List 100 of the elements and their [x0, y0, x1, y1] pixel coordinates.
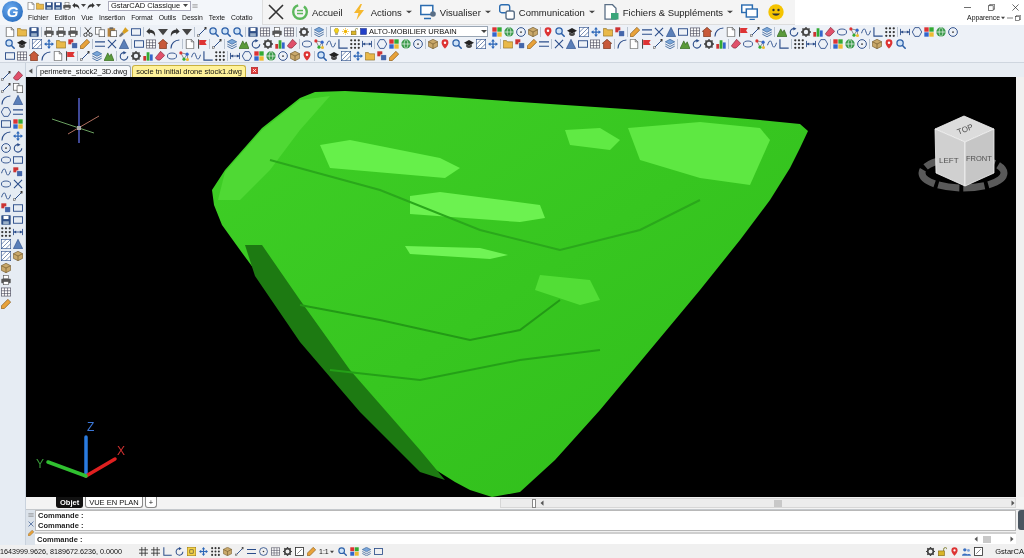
eraser-icon[interactable]: [155, 51, 165, 62]
ellipse-icon[interactable]: [1, 179, 11, 189]
circle-icon[interactable]: [857, 39, 867, 49]
caret-icon[interactable]: [96, 3, 101, 8]
monitors-icon[interactable]: [741, 4, 759, 20]
tiles-icon[interactable]: [389, 39, 399, 49]
dimension-line-icon[interactable]: [806, 39, 816, 49]
network-icon[interactable]: [179, 51, 189, 62]
flag-icon[interactable]: [641, 39, 651, 49]
arrow-right-icon[interactable]: [1011, 500, 1015, 506]
settings-icon[interactable]: [926, 547, 936, 556]
cross-icon[interactable]: [554, 39, 564, 49]
triangle-icon[interactable]: [13, 95, 23, 105]
rotate-icon[interactable]: [13, 143, 23, 153]
close-icon[interactable]: [1012, 4, 1019, 11]
blocks-icon[interactable]: [1, 203, 11, 213]
arrow-left-icon[interactable]: [540, 500, 544, 506]
dimension-line-icon[interactable]: [230, 51, 240, 62]
printer-icon[interactable]: [1, 275, 11, 285]
restore-icon[interactable]: [1015, 14, 1021, 21]
right-angle-icon[interactable]: [779, 39, 789, 49]
bar-chart-icon[interactable]: [813, 26, 823, 37]
page-icon[interactable]: [726, 26, 736, 37]
printer-icon[interactable]: [68, 26, 78, 37]
table-icon[interactable]: [260, 26, 270, 37]
table-icon[interactable]: [284, 26, 294, 37]
ellipse-icon[interactable]: [837, 26, 847, 37]
curved-arrow-icon[interactable]: [170, 26, 180, 37]
network-icon[interactable]: [755, 39, 765, 49]
cube-icon[interactable]: [223, 547, 232, 556]
dimension-line-icon[interactable]: [362, 39, 372, 49]
rectangle-icon[interactable]: [134, 39, 144, 49]
cross-icon[interactable]: [654, 26, 664, 37]
right-angle-icon[interactable]: [203, 51, 213, 62]
line-icon[interactable]: [750, 26, 760, 37]
triangle-icon[interactable]: [119, 39, 129, 49]
ellipse-icon[interactable]: [302, 39, 312, 49]
move-arrows-icon[interactable]: [44, 39, 54, 49]
tiles-icon[interactable]: [13, 119, 23, 129]
caret-icon[interactable]: [158, 26, 168, 37]
split-handle[interactable]: [532, 498, 536, 508]
pencil-icon[interactable]: [1, 299, 11, 309]
tiles-icon[interactable]: [924, 26, 934, 37]
document-icon[interactable]: [602, 4, 619, 20]
pencil-icon[interactable]: [389, 51, 399, 62]
arc-icon[interactable]: [41, 51, 51, 62]
blocks-icon[interactable]: [13, 167, 23, 177]
arrow-right-icon[interactable]: [1010, 536, 1014, 542]
cube-face-label[interactable]: TOP: [955, 122, 975, 137]
mountain-icon[interactable]: [239, 39, 249, 49]
hatched-square-icon[interactable]: [579, 26, 589, 37]
pin-icon[interactable]: [884, 39, 894, 49]
rotate-icon[interactable]: [119, 51, 129, 62]
cross-icon[interactable]: [13, 179, 23, 189]
hexagon-icon[interactable]: [377, 39, 387, 49]
search-icon[interactable]: [317, 51, 327, 62]
right-angle-icon[interactable]: [338, 39, 348, 49]
table-icon[interactable]: [17, 51, 27, 62]
move-arrows-icon[interactable]: [353, 51, 363, 62]
globe-icon[interactable]: [401, 39, 411, 49]
caret-icon[interactable]: [727, 10, 734, 14]
triangle-icon[interactable]: [666, 26, 676, 37]
rectangle-icon[interactable]: [1, 119, 11, 129]
table-icon[interactable]: [590, 39, 600, 49]
house-icon[interactable]: [702, 26, 712, 37]
scrollbar-thumb[interactable]: [983, 535, 991, 543]
rectangle-icon[interactable]: [578, 39, 588, 49]
printer-icon[interactable]: [272, 26, 282, 37]
blocks-icon[interactable]: [377, 51, 387, 62]
printer-icon[interactable]: [44, 26, 54, 37]
arrow-left-icon[interactable]: [974, 536, 978, 542]
line-icon[interactable]: [197, 26, 207, 37]
layers-icon[interactable]: [762, 26, 772, 37]
brush-icon[interactable]: [119, 26, 129, 37]
layers-icon[interactable]: [314, 26, 324, 37]
layers-icon[interactable]: [361, 547, 371, 556]
caret-icon[interactable]: [484, 10, 491, 14]
search-icon[interactable]: [337, 547, 347, 556]
rectangle-icon[interactable]: [13, 155, 23, 165]
line-icon[interactable]: [80, 51, 90, 62]
settings-icon[interactable]: [283, 547, 292, 556]
tiles-icon[interactable]: [833, 39, 843, 49]
monitor-icon[interactable]: [419, 4, 436, 20]
ellipse-icon[interactable]: [167, 51, 177, 62]
smiley-icon[interactable]: [768, 4, 785, 20]
cube-icon[interactable]: [13, 251, 23, 261]
folder-icon[interactable]: [503, 39, 513, 49]
rectangle-icon[interactable]: [678, 26, 688, 37]
eraser-icon[interactable]: [731, 39, 741, 49]
bar-chart-icon[interactable]: [143, 51, 153, 62]
network-icon[interactable]: [849, 26, 859, 37]
arc-icon[interactable]: [714, 26, 724, 37]
arc-icon[interactable]: [617, 39, 627, 49]
eraser-icon[interactable]: [287, 39, 297, 49]
wave-icon[interactable]: [326, 39, 336, 49]
pencil-icon[interactable]: [307, 547, 316, 556]
parallel-lines-icon[interactable]: [642, 26, 652, 37]
hexagon-icon[interactable]: [242, 51, 252, 62]
caret-icon[interactable]: [405, 10, 412, 14]
graduation-cap-icon[interactable]: [464, 39, 474, 49]
